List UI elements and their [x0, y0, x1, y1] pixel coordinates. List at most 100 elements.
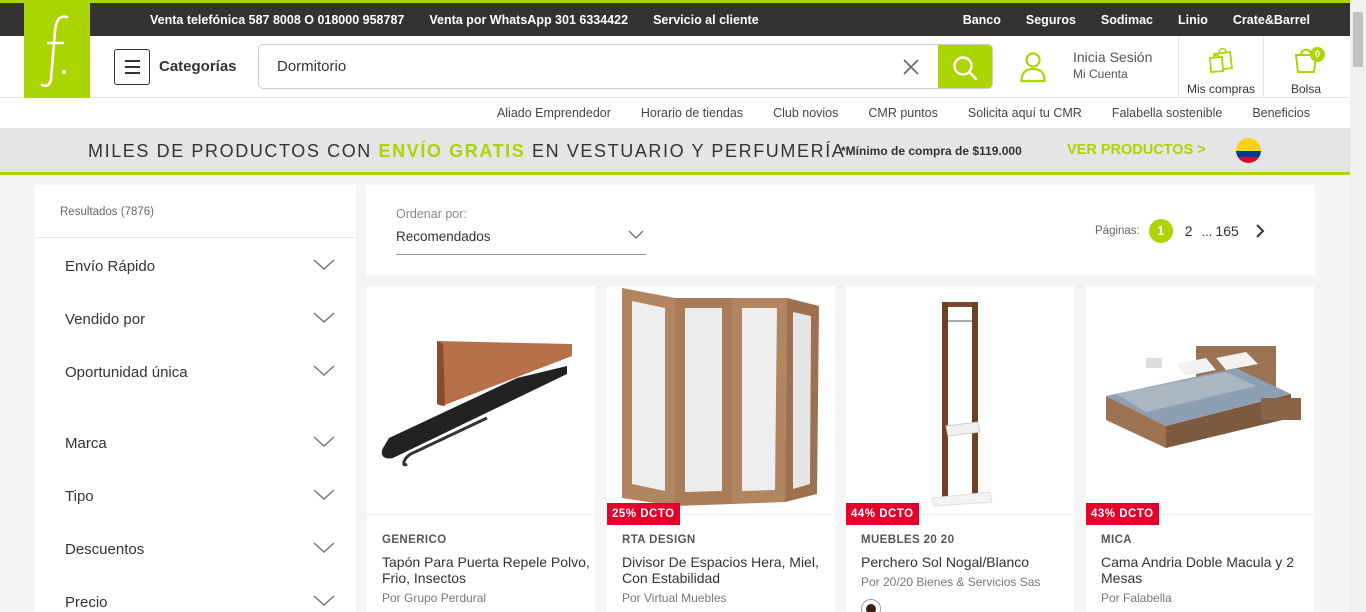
filter-precio[interactable]: Precio [65, 588, 335, 612]
product-image[interactable] [846, 286, 1074, 514]
results-count: Resultados (7876) [60, 206, 154, 218]
chevron-down-icon [313, 542, 335, 554]
product-image[interactable] [367, 286, 595, 514]
phone-sales-link[interactable]: Venta telefónica 587 8008 O 018000 95878… [150, 13, 404, 27]
beneficios-link[interactable]: Beneficios [1252, 106, 1310, 120]
chevron-down-icon [313, 365, 335, 377]
chevron-down-icon [313, 595, 335, 607]
sort-label: Ordenar por: [396, 207, 467, 221]
filter-label: Descuentos [65, 541, 145, 558]
product-title[interactable]: Perchero Sol Nogal/Blanco [861, 554, 1071, 570]
crate-barrel-link[interactable]: Crate&Barrel [1233, 13, 1310, 27]
falabella-f-icon [40, 15, 69, 88]
falabella-logo[interactable] [24, 0, 90, 98]
filter-vendido-por[interactable]: Vendido por [65, 305, 335, 335]
cmr-puntos-link[interactable]: CMR puntos [868, 106, 937, 120]
scrollbar-thumb[interactable] [1353, 12, 1363, 67]
promo-text-after: EN VESTUARIO Y PERFUMERÍA [525, 141, 846, 161]
categories-label[interactable]: Categorías [159, 58, 237, 75]
search-button[interactable] [938, 45, 992, 88]
product-title[interactable]: Divisor De Espacios Hera, Miel, Con Esta… [622, 554, 832, 586]
discount-badge: 44% DCTO [846, 503, 919, 525]
sort-select[interactable]: Recomendados [396, 229, 491, 244]
filter-envio-rapido[interactable]: Envío Rápido [65, 252, 335, 282]
clear-search-icon[interactable] [901, 57, 921, 77]
shopping-bags-icon [1209, 47, 1234, 73]
promo-text-before: MILES DE PRODUCTOS CON [88, 141, 379, 161]
product-card[interactable]: GENERICO Tapón Para Puerta Repele Polvo,… [367, 286, 595, 612]
filter-marca[interactable]: Marca [65, 429, 335, 459]
categories-menu-button[interactable] [114, 49, 150, 85]
product-title[interactable]: Cama Andria Doble Macula y 2 Mesas [1101, 554, 1311, 586]
filter-oportunidad-unica[interactable]: Oportunidad única [65, 358, 335, 388]
discount-badge: 43% DCTO [1086, 503, 1159, 525]
page-scrollbar[interactable] [1350, 0, 1366, 612]
promo-minimum: *Mínimo de compra de $119.000 [841, 144, 1022, 158]
bag-button[interactable]: 0 Bolsa [1264, 44, 1348, 96]
product-image[interactable] [1086, 286, 1314, 514]
aliado-emprendedor-link[interactable]: Aliado Emprendedor [497, 106, 611, 120]
filter-label: Vendido por [65, 311, 146, 328]
filter-tipo[interactable]: Tipo [65, 482, 335, 512]
club-novios-link[interactable]: Club novios [773, 106, 838, 120]
door-draft-stopper-image [381, 341, 572, 467]
filter-label: Envío Rápido [65, 258, 156, 275]
product-brand: MICA [1101, 534, 1132, 546]
chevron-right-icon[interactable] [1255, 224, 1265, 238]
login-link[interactable]: Inicia Sesión Mi Cuenta [1073, 49, 1152, 81]
promo-banner[interactable]: MILES DE PRODUCTOS CON ENVÍO GRATIS EN V… [0, 128, 1366, 175]
my-purchases-label: Mis compras [1186, 82, 1255, 96]
request-cmr-link[interactable]: Solicita aquí tu CMR [968, 106, 1082, 120]
see-products-link[interactable]: VER PRODUCTOS > [1067, 142, 1206, 158]
secondary-nav: Aliado Emprendedor Horario de tiendas Cl… [0, 98, 1366, 128]
whatsapp-sales-link[interactable]: Venta por WhatsApp 301 6334422 [429, 13, 628, 27]
page-last[interactable]: 165 [1215, 223, 1238, 239]
bed-with-nightstands-image [1106, 346, 1301, 448]
filter-label: Oportunidad única [65, 364, 188, 381]
filters-sidebar: Resultados (7876) Envío Rápido Vendido p… [35, 185, 356, 612]
card-divider [367, 514, 595, 515]
promo-highlight: ENVÍO GRATIS [378, 141, 526, 161]
seguros-link[interactable]: Seguros [1026, 13, 1076, 27]
hamburger-icon [124, 60, 140, 62]
sodimac-link[interactable]: Sodimac [1101, 13, 1153, 27]
sort-pagination-bar: Ordenar por: Recomendados Páginas: 1 2 .… [366, 185, 1315, 275]
user-icon[interactable] [1019, 51, 1047, 83]
page-link[interactable]: 2 [1185, 223, 1193, 239]
product-seller: Por Grupo Perdural [382, 591, 487, 605]
chevron-down-icon [313, 489, 335, 501]
chevron-down-icon[interactable] [628, 230, 644, 240]
room-divider-image [622, 288, 819, 506]
product-seller: Por Falabella [1101, 591, 1172, 605]
top-bar-left-links: Venta telefónica 587 8008 O 018000 95878… [150, 3, 759, 36]
linio-link[interactable]: Linio [1178, 13, 1208, 27]
coat-rack-image [931, 302, 993, 507]
chevron-down-icon [313, 312, 335, 324]
customer-service-link[interactable]: Servicio al cliente [653, 13, 759, 27]
color-swatch[interactable] [861, 599, 881, 612]
product-image[interactable] [607, 286, 835, 514]
product-brand: GENERICO [382, 534, 447, 546]
page-current[interactable]: 1 [1148, 219, 1173, 243]
login-title: Inicia Sesión [1073, 49, 1153, 65]
hamburger-icon-line [124, 66, 140, 68]
product-card[interactable]: 43% DCTO MICA Cama Andria Doble Macula y… [1086, 286, 1314, 612]
search-bar [258, 44, 993, 89]
color-swatch-dot [866, 604, 876, 612]
search-icon [953, 55, 978, 80]
store-hours-link[interactable]: Horario de tiendas [641, 106, 743, 120]
sort-underline [396, 254, 646, 255]
bag-label: Bolsa [1290, 82, 1322, 96]
product-card[interactable]: 25% DCTO RTA DESIGN Divisor De Espacios … [607, 286, 835, 612]
falabella-sostenible-link[interactable]: Falabella sostenible [1112, 106, 1223, 120]
product-title[interactable]: Tapón Para Puerta Repele Polvo, Frio, In… [382, 554, 592, 586]
banco-link[interactable]: Banco [963, 13, 1001, 27]
product-brand: RTA DESIGN [622, 534, 696, 546]
my-purchases-button[interactable]: Mis compras [1179, 44, 1263, 96]
product-card[interactable]: 44% DCTO MUEBLES 20 20 Perchero Sol Noga… [846, 286, 1074, 612]
search-input[interactable] [259, 45, 899, 88]
sidebar-divider [35, 237, 356, 238]
product-seller: Por Virtual Muebles [622, 591, 727, 605]
filter-descuentos[interactable]: Descuentos [65, 535, 335, 565]
pages-label: Páginas: [1095, 225, 1140, 237]
